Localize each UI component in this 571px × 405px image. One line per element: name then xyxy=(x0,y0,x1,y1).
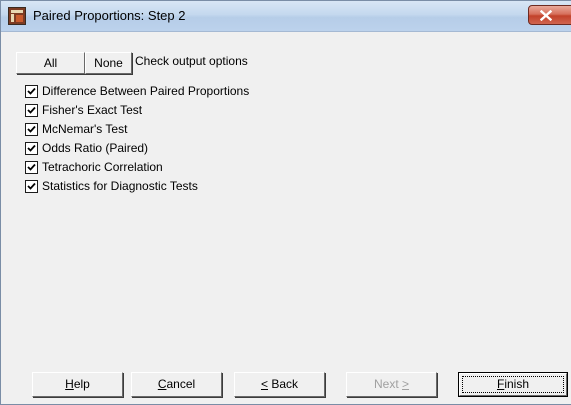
back-mnemonic: < xyxy=(260,377,268,391)
check-output-options-label: Check output options xyxy=(135,54,248,68)
check-icon xyxy=(27,163,36,171)
finish-label: Finish xyxy=(497,377,529,391)
checkbox[interactable] xyxy=(25,161,38,174)
back-label-rest: Back xyxy=(268,377,299,391)
check-icon xyxy=(27,125,36,133)
finish-label-rest: inish xyxy=(504,377,530,391)
help-button[interactable]: Help xyxy=(32,372,123,397)
option-label: Statistics for Diagnostic Tests xyxy=(42,179,198,193)
dialog-window: Paired Proportions: Step 2 All None Chec… xyxy=(0,0,571,405)
finish-button[interactable]: Finish xyxy=(458,372,568,397)
application-icon xyxy=(8,7,26,25)
title-bar[interactable]: Paired Proportions: Step 2 xyxy=(1,1,571,32)
help-label-rest: elp xyxy=(73,377,90,391)
option-label: Tetrachoric Correlation xyxy=(42,160,163,174)
check-icon xyxy=(27,87,36,95)
all-button[interactable]: All xyxy=(16,52,85,74)
checkbox[interactable] xyxy=(25,180,38,193)
next-mnemonic: > xyxy=(402,377,410,391)
cancel-label-rest: ancel xyxy=(166,377,196,391)
help-mnemonic: H xyxy=(65,377,74,391)
option-label: Fisher's Exact Test xyxy=(42,103,143,117)
close-icon xyxy=(540,10,552,21)
check-icon xyxy=(27,182,36,190)
option-label: McNemar's Test xyxy=(42,122,128,136)
none-button[interactable]: None xyxy=(85,52,132,74)
checkbox[interactable] xyxy=(25,85,38,98)
checkbox[interactable] xyxy=(25,123,38,136)
next-button: Next > xyxy=(346,372,437,397)
checkbox[interactable] xyxy=(25,142,38,155)
next-label-prefix: Next xyxy=(373,377,402,391)
option-label: Difference Between Paired Proportions xyxy=(42,84,250,98)
checkbox[interactable] xyxy=(25,104,38,117)
check-icon xyxy=(27,144,36,152)
cancel-button[interactable]: Cancel xyxy=(131,372,222,397)
back-button[interactable]: < Back xyxy=(234,372,325,397)
window-title: Paired Proportions: Step 2 xyxy=(33,8,186,23)
option-label: Odds Ratio (Paired) xyxy=(42,141,149,155)
close-button[interactable] xyxy=(528,5,571,25)
check-icon xyxy=(27,106,36,114)
